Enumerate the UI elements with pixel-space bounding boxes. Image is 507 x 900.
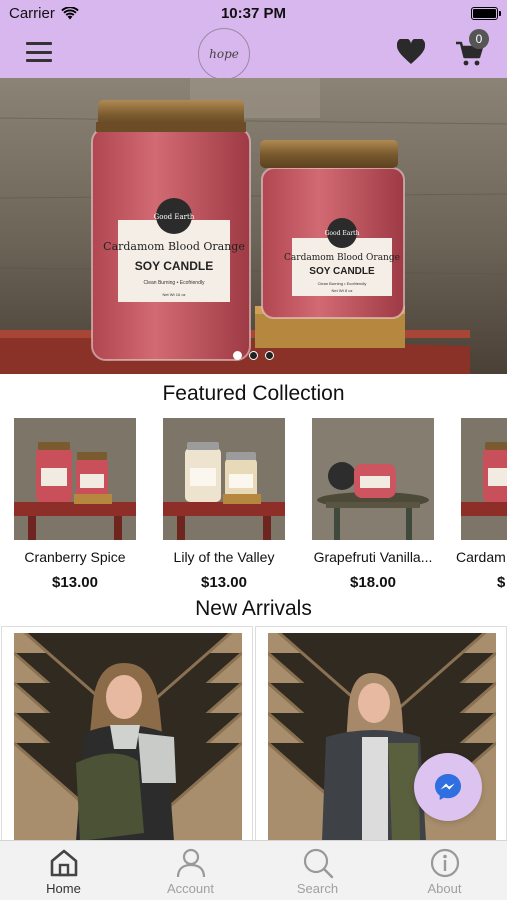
tab-label: Account <box>167 881 214 896</box>
bottom-tab-bar: Home Account Search About <box>0 840 507 900</box>
battery-icon <box>471 7 501 20</box>
brand-logo[interactable]: hope <box>198 28 250 80</box>
jar-weight-label: Net Wt 16 oz <box>162 292 185 297</box>
favorites-heart-icon[interactable] <box>397 39 425 65</box>
carousel-dot[interactable] <box>265 351 274 360</box>
logo-text: hope <box>209 47 239 61</box>
status-bar: Carrier 10:37 PM <box>0 0 507 28</box>
featured-section-title: Featured Collection <box>162 382 345 405</box>
messenger-icon <box>435 774 461 800</box>
app-header-background: Carrier 10:37 PM hope 0 <box>0 0 507 80</box>
status-time: 10:37 PM <box>220 5 287 22</box>
jar-brand-label: Good Earth <box>325 230 360 237</box>
jar-product-label: Cardamom Blood Orange <box>284 253 400 263</box>
carousel-page-indicator[interactable] <box>0 351 507 360</box>
product-price: $18.00 <box>350 574 396 590</box>
tab-home[interactable]: Home <box>0 841 127 900</box>
jar-product-label: Cardamom Blood Orange <box>103 240 245 253</box>
person-icon <box>176 848 205 878</box>
product-name: Lily of the Valley <box>173 549 275 565</box>
product-image <box>14 418 136 540</box>
product-image <box>14 633 242 840</box>
hero-candle-image: Good Earth Cardamom Blood Orange SOY CAN… <box>0 78 507 374</box>
menu-icon-bar <box>26 42 52 45</box>
featured-product-card[interactable]: Cardam $ <box>456 418 507 590</box>
jar-tagline-label: Clean Burning • Ecofriendly <box>144 280 205 286</box>
new-arrivals-section-title: New Arrivals <box>195 597 312 620</box>
tab-label: About <box>427 881 462 896</box>
product-price: $ <box>497 574 506 590</box>
search-icon <box>303 848 333 879</box>
product-image <box>312 418 434 540</box>
jar-type-label: SOY CANDLE <box>309 266 375 277</box>
product-name: Grapefruti Vanilla... <box>313 549 433 565</box>
menu-icon-bar <box>26 59 52 62</box>
menu-button[interactable] <box>26 42 52 62</box>
jar-type-label: SOY CANDLE <box>135 259 213 273</box>
jar-weight-label: Net Wt 8 oz <box>332 288 353 293</box>
hero-carousel[interactable]: Good Earth Cardamom Blood Orange SOY CAN… <box>0 78 507 374</box>
home-icon <box>50 849 77 877</box>
tab-account[interactable]: Account <box>127 841 254 900</box>
cart-count-badge: 0 <box>469 29 489 49</box>
jar-tagline-label: Clean Burning • Ecofriendly <box>318 281 367 286</box>
tab-label: Home <box>46 881 81 896</box>
tab-search[interactable]: Search <box>254 841 381 900</box>
featured-product-card[interactable]: Grapefruti Vanilla... $18.00 <box>312 418 434 590</box>
messenger-chat-button[interactable] <box>414 753 482 821</box>
jar-brand-label: Good Earth <box>154 213 195 221</box>
info-icon <box>430 848 459 878</box>
menu-icon-bar <box>26 50 52 54</box>
nav-header: hope 0 <box>0 28 507 80</box>
product-name: Cranberry Spice <box>24 549 126 565</box>
product-image <box>163 418 285 540</box>
product-price: $13.00 <box>52 574 98 590</box>
featured-product-card[interactable]: Cranberry Spice $13.00 <box>14 418 136 590</box>
carousel-dot[interactable] <box>233 351 242 360</box>
product-image <box>461 418 507 540</box>
carousel-dot[interactable] <box>249 351 258 360</box>
featured-carousel[interactable]: Cranberry Spice $13.00 Lily of the Valle… <box>0 418 507 590</box>
tab-label: Search <box>296 881 339 896</box>
tab-about[interactable]: About <box>381 841 507 900</box>
product-name: Cardam <box>456 549 506 565</box>
new-arrival-card[interactable] <box>1 626 253 840</box>
featured-product-card[interactable]: Lily of the Valley $13.00 <box>163 418 285 590</box>
product-price: $13.00 <box>201 574 247 590</box>
